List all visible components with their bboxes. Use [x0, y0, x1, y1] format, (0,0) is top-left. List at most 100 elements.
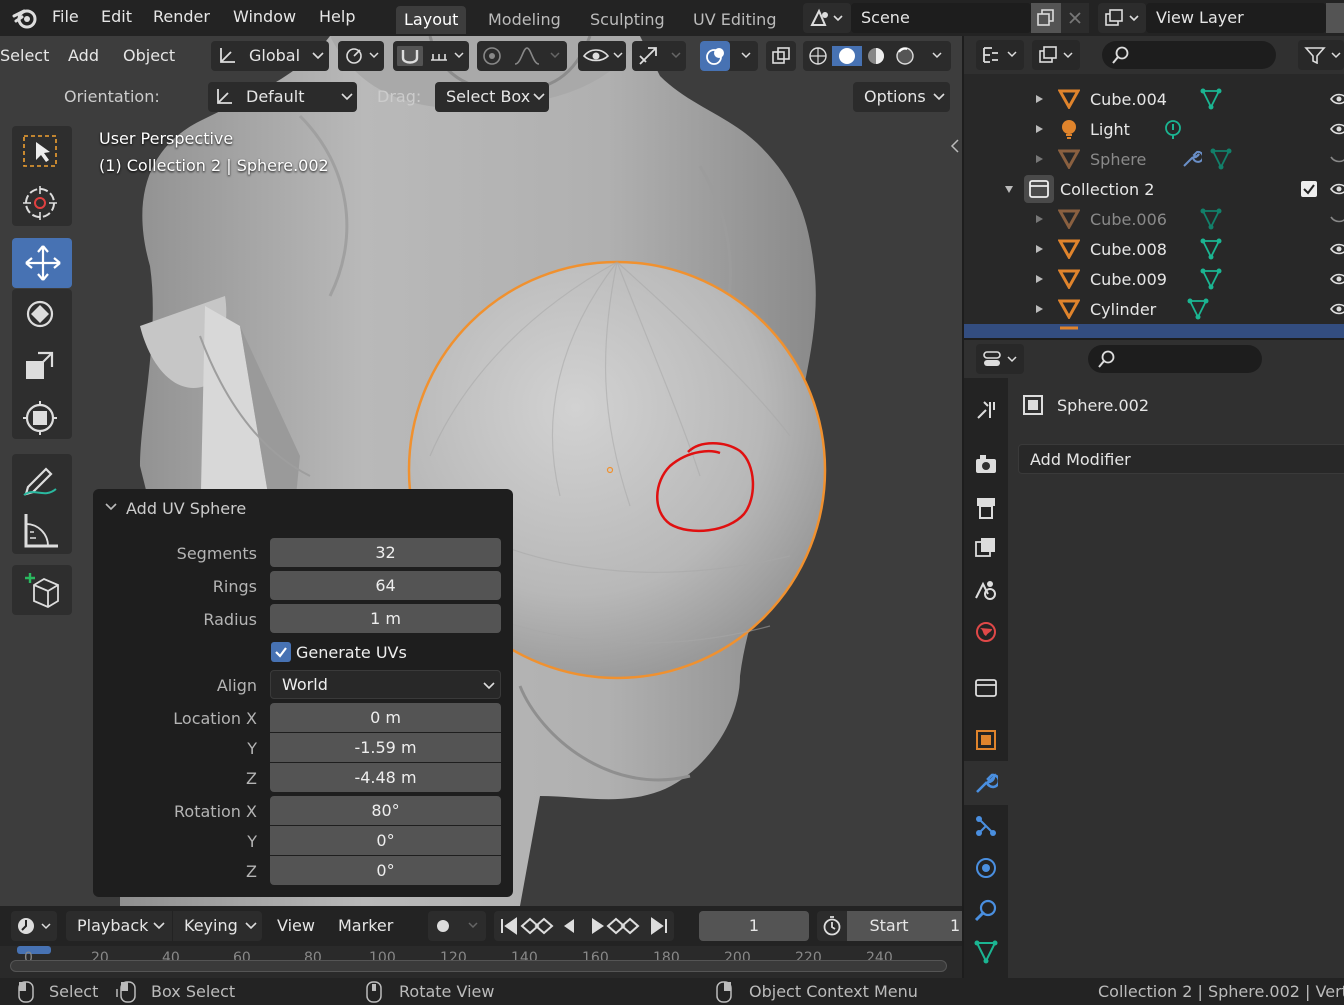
collapse-arrow-icon[interactable] — [1004, 184, 1014, 194]
viewport-select-menu[interactable]: Select — [0, 46, 49, 65]
blender-logo-icon[interactable] — [12, 6, 38, 30]
proportional-edit-toggle[interactable] — [477, 41, 567, 71]
collection-tab-icon[interactable] — [974, 676, 998, 700]
add-cube-tool-button[interactable] — [12, 565, 72, 615]
playback-dropdown[interactable]: Playback — [66, 911, 172, 941]
object-tab-icon[interactable] — [974, 728, 998, 752]
outliner-row-sphere[interactable]: Sphere — [964, 144, 1344, 174]
outliner-row-light[interactable]: Light — [964, 114, 1344, 144]
properties-search-input[interactable] — [1088, 345, 1262, 373]
preview-range-toggle[interactable] — [817, 911, 847, 941]
view-layer-selector-button[interactable] — [1098, 3, 1146, 33]
annotate-tool-icon[interactable] — [20, 461, 60, 497]
particles-tab-icon[interactable] — [974, 814, 998, 838]
outliner-row-collection-2[interactable]: Collection 2 — [964, 174, 1344, 204]
location-z-field[interactable]: -4.48 m — [270, 763, 501, 792]
mesh-data-icon[interactable] — [1210, 148, 1232, 170]
location-y-field[interactable]: -1.59 m — [270, 733, 501, 762]
timeline-view-menu[interactable]: View — [277, 916, 315, 935]
segments-field[interactable]: 32 — [270, 538, 501, 567]
outliner-search-input[interactable] — [1102, 41, 1276, 69]
collapse-chevron-icon[interactable] — [105, 502, 117, 512]
align-dropdown[interactable]: World — [270, 670, 501, 699]
expand-arrow-icon[interactable] — [1034, 304, 1044, 314]
outliner-row-cube-009[interactable]: Cube.009 — [964, 264, 1344, 294]
drag-mode-dropdown[interactable]: Select Box — [435, 82, 549, 112]
playback-controls-icons[interactable] — [494, 911, 674, 941]
rotation-y-field[interactable]: 0° — [270, 826, 501, 855]
tab-layout[interactable]: Layout — [396, 6, 467, 34]
outliner-row-cylinder[interactable]: Cylinder — [964, 294, 1344, 324]
tool-tab-icon[interactable] — [974, 398, 998, 422]
expand-arrow-icon[interactable] — [1034, 244, 1044, 254]
render-tab-icon[interactable] — [974, 452, 998, 476]
exclude-checkbox[interactable] — [1301, 181, 1317, 197]
constraints-tab-icon[interactable] — [974, 898, 998, 922]
view-layer-tab-icon[interactable] — [974, 536, 998, 560]
filter-mode-dropdown[interactable] — [1032, 40, 1080, 70]
visibility-eye-icon[interactable] — [1330, 241, 1344, 257]
select-box-tool-icon[interactable] — [22, 134, 60, 168]
rotation-x-field[interactable]: 80° — [270, 796, 501, 825]
visibility-eye-icon[interactable] — [1330, 271, 1344, 287]
tab-uv-editing[interactable]: UV Editing — [685, 6, 784, 34]
move-tool-button[interactable] — [12, 238, 72, 288]
mesh-data-icon[interactable] — [1200, 268, 1222, 290]
measure-tool-icon[interactable] — [22, 512, 60, 550]
current-frame-field[interactable]: 1 — [699, 911, 809, 941]
expand-arrow-icon[interactable] — [1034, 214, 1044, 224]
scene-tab-icon[interactable] — [974, 578, 998, 602]
expand-arrow-icon[interactable] — [1034, 154, 1044, 164]
timeline-ruler[interactable]: 0 20 40 60 80 100 120 140 160 180 200 22… — [0, 946, 962, 978]
radius-field[interactable]: 1 m — [270, 604, 501, 633]
world-tab-icon[interactable] — [974, 620, 998, 644]
mesh-data-tab-icon[interactable] — [974, 940, 998, 964]
add-modifier-dropdown[interactable]: Add Modifier — [1018, 444, 1344, 474]
overlays-toggle[interactable] — [700, 41, 758, 71]
scale-tool-icon[interactable] — [24, 349, 56, 381]
sidebar-toggle-chevron-icon[interactable] — [950, 139, 960, 153]
xray-toggle[interactable] — [766, 41, 796, 71]
start-frame-field[interactable]: Start 1 — [847, 911, 962, 941]
menu-help[interactable]: Help — [319, 7, 355, 26]
mesh-data-icon[interactable] — [1187, 298, 1209, 320]
visibility-eye-icon[interactable] — [1330, 91, 1344, 107]
mesh-data-icon[interactable] — [1200, 208, 1222, 230]
viewport-add-menu[interactable]: Add — [68, 46, 99, 65]
wrench-modifier-icon[interactable] — [1180, 148, 1202, 170]
menu-edit[interactable]: Edit — [101, 7, 132, 26]
auto-keying-toggle[interactable] — [428, 911, 486, 941]
hidden-eye-icon[interactable] — [1330, 211, 1344, 227]
view-layer-name-field[interactable]: View Layer — [1146, 3, 1326, 33]
rotation-z-field[interactable]: 0° — [270, 856, 501, 885]
outliner-row-cube-004[interactable]: Cube.004 — [964, 84, 1344, 114]
menu-file[interactable]: File — [52, 7, 79, 26]
expand-arrow-icon[interactable] — [1034, 274, 1044, 284]
rings-field[interactable]: 64 — [270, 571, 501, 600]
rotate-tool-icon[interactable] — [22, 296, 58, 332]
generate-uvs-label[interactable]: Generate UVs — [296, 643, 407, 662]
cursor-tool-icon[interactable] — [20, 184, 60, 222]
timeline-scrollbar[interactable] — [10, 960, 947, 972]
mesh-data-icon[interactable] — [1200, 88, 1222, 110]
light-data-icon[interactable] — [1162, 118, 1184, 140]
keying-dropdown[interactable]: Keying — [173, 911, 262, 941]
visibility-eye-icon[interactable] — [1330, 121, 1344, 137]
generate-uvs-checkbox[interactable] — [271, 642, 291, 662]
location-x-field[interactable]: 0 m — [270, 703, 501, 732]
new-view-layer-button[interactable] — [1326, 3, 1344, 33]
expand-arrow-icon[interactable] — [1034, 124, 1044, 134]
object-visibility-dropdown[interactable] — [578, 41, 626, 71]
visibility-eye-icon[interactable] — [1330, 301, 1344, 317]
tab-modeling[interactable]: Modeling — [480, 6, 569, 34]
outliner-row-cube-008[interactable]: Cube.008 — [964, 234, 1344, 264]
mesh-data-icon[interactable] — [1200, 238, 1222, 260]
display-mode-dropdown[interactable] — [976, 40, 1024, 70]
gizmo-toggle[interactable] — [632, 41, 686, 71]
outliner-row-selected[interactable] — [964, 324, 1344, 338]
menu-window[interactable]: Window — [233, 7, 296, 26]
delete-scene-button[interactable] — [1061, 3, 1089, 33]
editor-type-dropdown[interactable] — [976, 344, 1024, 374]
physics-tab-icon[interactable] — [974, 856, 998, 880]
viewport-object-menu[interactable]: Object — [123, 46, 175, 65]
